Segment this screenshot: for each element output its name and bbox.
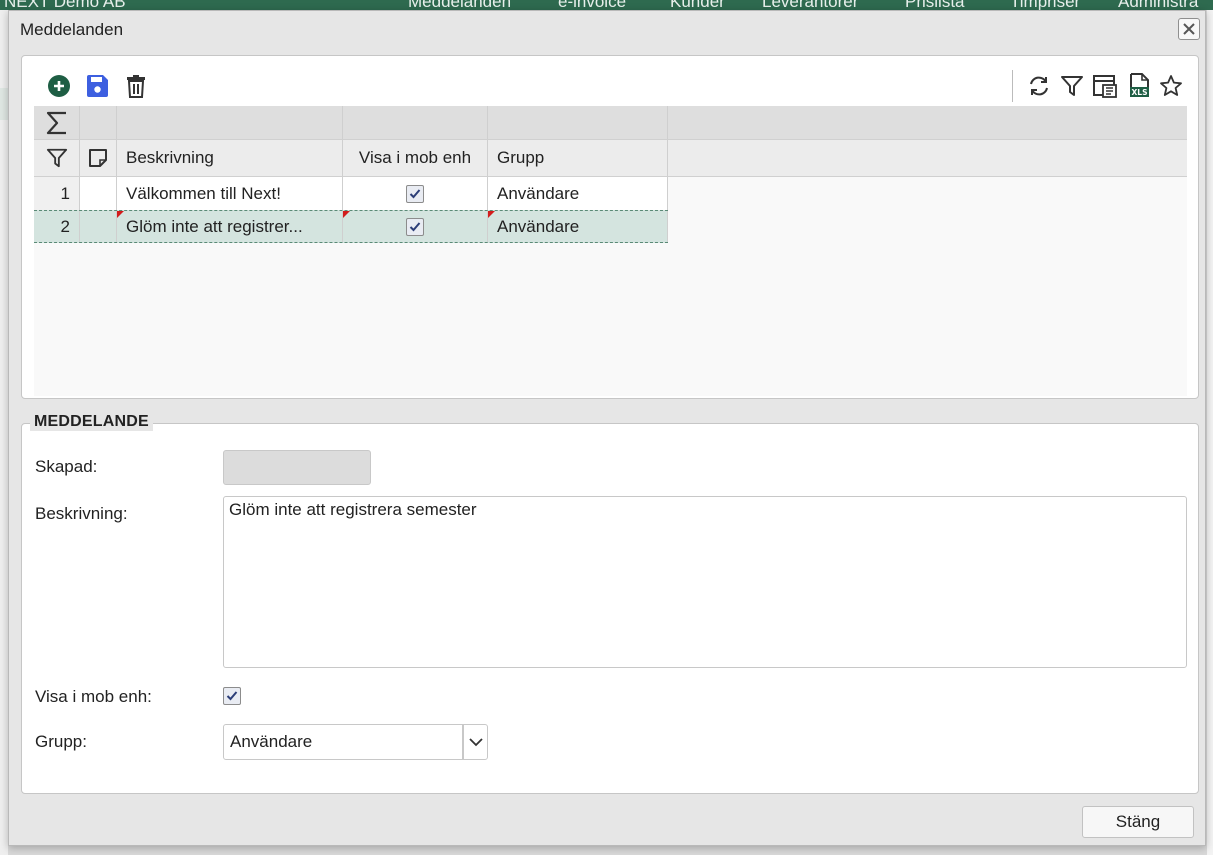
sigma-icon <box>46 111 66 134</box>
filter-icon <box>46 148 67 168</box>
row-group[interactable]: Användare <box>488 177 668 210</box>
form-legend: MEDDELANDE <box>30 413 153 431</box>
row-number: 1 <box>34 177 80 210</box>
messages-dialog: Meddelanden XLS Beskrivning Visa i mob e… <box>8 10 1206 846</box>
export-button[interactable] <box>1092 73 1118 99</box>
messages-list-panel: XLS Beskrivning Visa i mob enh Grupp 1 V… <box>21 55 1199 399</box>
row-mobile-checkbox[interactable] <box>406 217 424 236</box>
description-textarea[interactable]: Glöm inte att registrera semester <box>223 496 1187 668</box>
row-group[interactable]: Användare <box>488 211 668 242</box>
xls-icon: XLS <box>1130 73 1149 97</box>
close-icon <box>1183 23 1195 35</box>
row-description-text: Glöm inte att registrer... <box>126 216 303 236</box>
chevron-down-icon <box>468 738 483 747</box>
app-background-left <box>0 10 8 855</box>
check-icon <box>226 691 238 701</box>
export-icon <box>1093 75 1117 98</box>
check-icon <box>409 221 421 231</box>
check-icon <box>409 188 421 198</box>
description-label: Beskrivning: <box>35 504 128 523</box>
nav-timpriser[interactable]: Timpriser <box>1010 0 1080 10</box>
close-button[interactable]: Stäng <box>1082 806 1194 838</box>
nav-administration[interactable]: Administra <box>1118 0 1198 10</box>
app-brand: NEXT Demo AB <box>4 0 126 10</box>
dialog-title: Meddelanden <box>20 20 124 39</box>
grid-summary-row <box>34 106 1187 140</box>
xls-export-button[interactable]: XLS <box>1126 73 1152 99</box>
row-description[interactable]: Välkommen till Next! <box>117 177 343 210</box>
column-header-beskrivning[interactable]: Beskrivning <box>117 140 343 176</box>
mobile-label: Visa i mob enh: <box>35 687 152 706</box>
save-icon <box>87 75 108 97</box>
mobile-checkbox[interactable] <box>223 687 241 705</box>
star-icon <box>1160 75 1182 96</box>
changed-marker <box>488 211 495 218</box>
dialog-close-button[interactable] <box>1178 18 1200 40</box>
save-button[interactable] <box>84 73 110 99</box>
table-row-selected[interactable]: 2 Glöm inte att registrer... Användare <box>34 210 668 243</box>
group-label: Grupp: <box>35 732 87 751</box>
filter-button[interactable] <box>1059 73 1085 99</box>
nav-meddelanden[interactable]: Meddelanden <box>408 0 511 10</box>
toolbar-separator <box>1012 70 1013 102</box>
delete-button[interactable] <box>123 73 149 99</box>
refresh-icon <box>1030 76 1048 96</box>
add-icon <box>48 75 70 97</box>
favorite-button[interactable] <box>1158 73 1184 99</box>
dialog-footer <box>9 801 1205 845</box>
changed-marker <box>117 211 124 218</box>
row-number: 2 <box>34 211 80 242</box>
nav-leverantorer[interactable]: Leverantörer <box>762 0 858 10</box>
nav-prislista[interactable]: Prislista <box>905 0 965 10</box>
row-mobile-cell[interactable] <box>343 211 488 242</box>
app-topbar: NEXT Demo AB Meddelanden e-invoice Kunde… <box>0 0 1213 10</box>
column-filter-toggle[interactable] <box>34 140 80 176</box>
group-dropdown-button[interactable] <box>463 724 488 760</box>
dialog-titlebar: Meddelanden <box>9 11 1205 47</box>
row-note-cell[interactable] <box>80 211 117 242</box>
nav-kunder[interactable]: Kunder <box>670 0 725 10</box>
row-description[interactable]: Glöm inte att registrer... <box>117 211 343 242</box>
row-group-text: Användare <box>497 216 580 236</box>
messages-grid: Beskrivning Visa i mob enh Grupp 1 Välko… <box>34 106 1187 396</box>
delete-icon <box>127 75 145 98</box>
note-icon <box>89 149 107 167</box>
app-background-right <box>1207 10 1213 855</box>
message-form-panel: MEDDELANDE Skapad: Beskrivning: Glöm int… <box>21 413 1199 794</box>
row-mobile-checkbox[interactable] <box>406 184 424 203</box>
svg-text:XLS: XLS <box>1132 88 1148 97</box>
nav-einvoice[interactable]: e-invoice <box>558 0 626 10</box>
refresh-button[interactable] <box>1026 73 1052 99</box>
add-button[interactable] <box>46 73 72 99</box>
filter-icon <box>1061 76 1083 96</box>
created-label: Skapad: <box>35 457 98 476</box>
group-select[interactable]: Användare <box>223 724 463 760</box>
created-field <box>223 450 371 485</box>
row-note-cell[interactable] <box>80 177 117 210</box>
changed-marker <box>343 211 350 218</box>
column-header-grupp[interactable]: Grupp <box>488 140 668 176</box>
note-column-header[interactable] <box>80 140 117 176</box>
row-mobile-cell[interactable] <box>343 177 488 210</box>
column-header-visa-mob[interactable]: Visa i mob enh <box>343 140 488 176</box>
grid-header-row: Beskrivning Visa i mob enh Grupp <box>34 140 1187 177</box>
table-row[interactable]: 1 Välkommen till Next! Användare <box>34 177 668 210</box>
sum-toggle[interactable] <box>34 106 80 139</box>
